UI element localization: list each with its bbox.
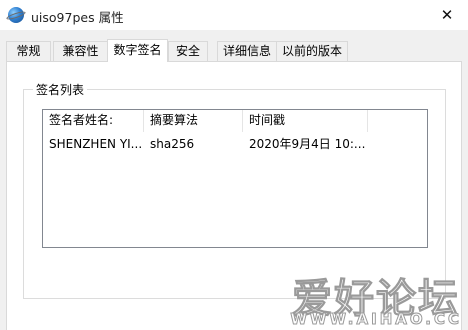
- close-button[interactable]: ✕: [436, 4, 458, 26]
- list-item[interactable]: SHENZHEN YI... sha256 2020年9月4日 10:...: [43, 132, 427, 156]
- tab-panel: 签名列表 签名者姓名: 摘要算法 时间戳 SHENZHEN YI... sha2…: [6, 61, 462, 330]
- dialog-body: 常规 兼容性 数字签名 安全 详细信息 以前的版本 签名列表 签名者姓名: 摘要…: [0, 30, 468, 330]
- title-bar: uiso97pes 属性 ✕: [0, 0, 468, 30]
- signature-list[interactable]: 签名者姓名: 摘要算法 时间戳 SHENZHEN YI... sha256 20…: [42, 109, 428, 248]
- window-title: uiso97pes 属性: [31, 10, 124, 25]
- column-header-timestamp[interactable]: 时间戳: [243, 110, 368, 132]
- tab-general[interactable]: 常规: [6, 41, 51, 61]
- digest-algorithm-cell: sha256: [150, 137, 195, 151]
- column-header-digest-algorithm[interactable]: 摘要算法: [144, 110, 243, 132]
- signature-list-label: 签名列表: [33, 81, 88, 98]
- list-header: 签名者姓名: 摘要算法 时间戳: [43, 110, 427, 132]
- timestamp-cell: 2020年9月4日 10:...: [249, 137, 366, 151]
- tab-compatibility[interactable]: 兼容性: [53, 41, 108, 61]
- tab-strip: 常规 兼容性 数字签名 安全 详细信息 以前的版本: [6, 39, 462, 62]
- disc-icon: [8, 7, 24, 23]
- signature-list-group: 签名列表 签名者姓名: 摘要算法 时间戳 SHENZHEN YI... sha2…: [23, 81, 446, 299]
- tab-digital-signatures[interactable]: 数字签名: [107, 39, 168, 62]
- signer-name-cell: SHENZHEN YI...: [49, 137, 143, 151]
- column-header-signer-name[interactable]: 签名者姓名:: [43, 110, 144, 132]
- tab-details[interactable]: 详细信息: [217, 41, 277, 61]
- tab-previous-versions[interactable]: 以前的版本: [276, 41, 348, 61]
- tab-security[interactable]: 安全: [168, 41, 208, 61]
